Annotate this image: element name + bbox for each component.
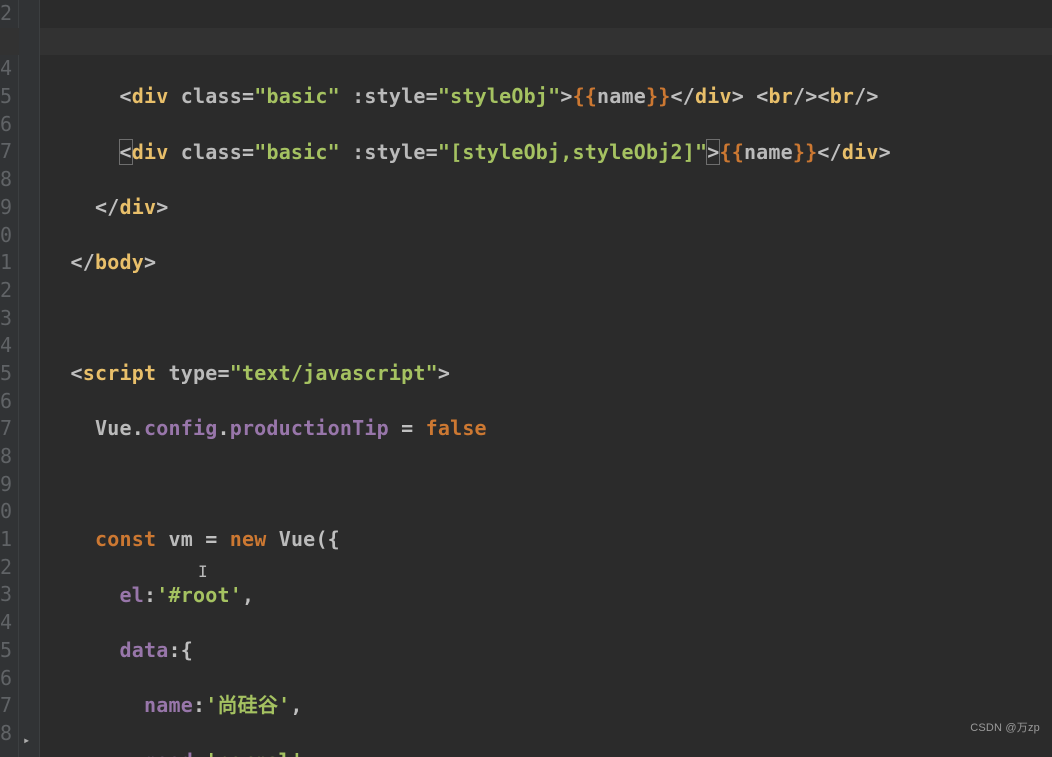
line-number: 5 bbox=[0, 360, 12, 388]
line-number: 3 bbox=[0, 305, 12, 333]
line-number: 2 bbox=[0, 0, 12, 28]
code-line[interactable] bbox=[46, 305, 1052, 333]
code-line[interactable]: const vm = new Vue({ bbox=[46, 526, 1052, 554]
code-line[interactable]: </body> bbox=[46, 249, 1052, 277]
line-number: 4 bbox=[0, 55, 12, 83]
line-number: 8 bbox=[0, 443, 12, 471]
code-line[interactable]: Vue.config.productionTip = false bbox=[46, 415, 1052, 443]
line-number: 8 bbox=[0, 166, 12, 194]
line-number-gutter: 2 3 4 5 6 7 8 9 0 1 2 3 4 5 6 7 8 9 0 1 … bbox=[0, 0, 19, 757]
line-number: 9 bbox=[0, 471, 12, 499]
code-line[interactable]: <div class="basic" :style="styleObj">{{n… bbox=[46, 83, 1052, 111]
fold-arrow-icon[interactable]: ▸ bbox=[23, 727, 30, 755]
code-line[interactable]: mood:'normal', bbox=[46, 748, 1052, 757]
line-number: 6 bbox=[0, 388, 12, 416]
line-number: 1 bbox=[0, 249, 12, 277]
line-number: 2 bbox=[0, 277, 12, 305]
code-line[interactable] bbox=[46, 471, 1052, 499]
line-number: 5 bbox=[0, 637, 12, 665]
line-number: 3 bbox=[0, 581, 12, 609]
line-number: 4 bbox=[0, 609, 12, 637]
line-number: 1 bbox=[0, 526, 12, 554]
line-number: 9 bbox=[0, 194, 12, 222]
line-number: 6 bbox=[0, 111, 12, 139]
code-line[interactable]: name:'尚硅谷', bbox=[46, 692, 1052, 720]
line-number: 5 bbox=[0, 83, 12, 111]
line-number: 6 bbox=[0, 665, 12, 693]
code-editor[interactable]: 2 3 4 5 6 7 8 9 0 1 2 3 4 5 6 7 8 9 0 1 … bbox=[0, 0, 1052, 757]
watermark-label: CSDN @万zp bbox=[970, 715, 1040, 743]
code-line[interactable]: </div> bbox=[46, 194, 1052, 222]
fold-column: ▸ bbox=[19, 0, 40, 757]
line-number: 2 bbox=[0, 554, 12, 582]
code-line[interactable]: el:'#root', bbox=[46, 582, 1052, 610]
code-area[interactable]: <div class="basic" :style="styleObj">{{n… bbox=[40, 0, 1052, 757]
code-line[interactable]: <div class="basic" :style="[styleObj,sty… bbox=[46, 139, 1052, 167]
code-line[interactable]: data:{ bbox=[46, 637, 1052, 665]
line-number: 4 bbox=[0, 332, 12, 360]
current-line-highlight bbox=[0, 28, 1052, 56]
code-line[interactable]: <script type="text/javascript"> bbox=[46, 360, 1052, 388]
line-number: 0 bbox=[0, 498, 12, 526]
line-number: 7 bbox=[0, 692, 12, 720]
line-number: 8 bbox=[0, 720, 12, 748]
line-number: 0 bbox=[0, 222, 12, 250]
line-number: 7 bbox=[0, 138, 12, 166]
line-number: 7 bbox=[0, 415, 12, 443]
